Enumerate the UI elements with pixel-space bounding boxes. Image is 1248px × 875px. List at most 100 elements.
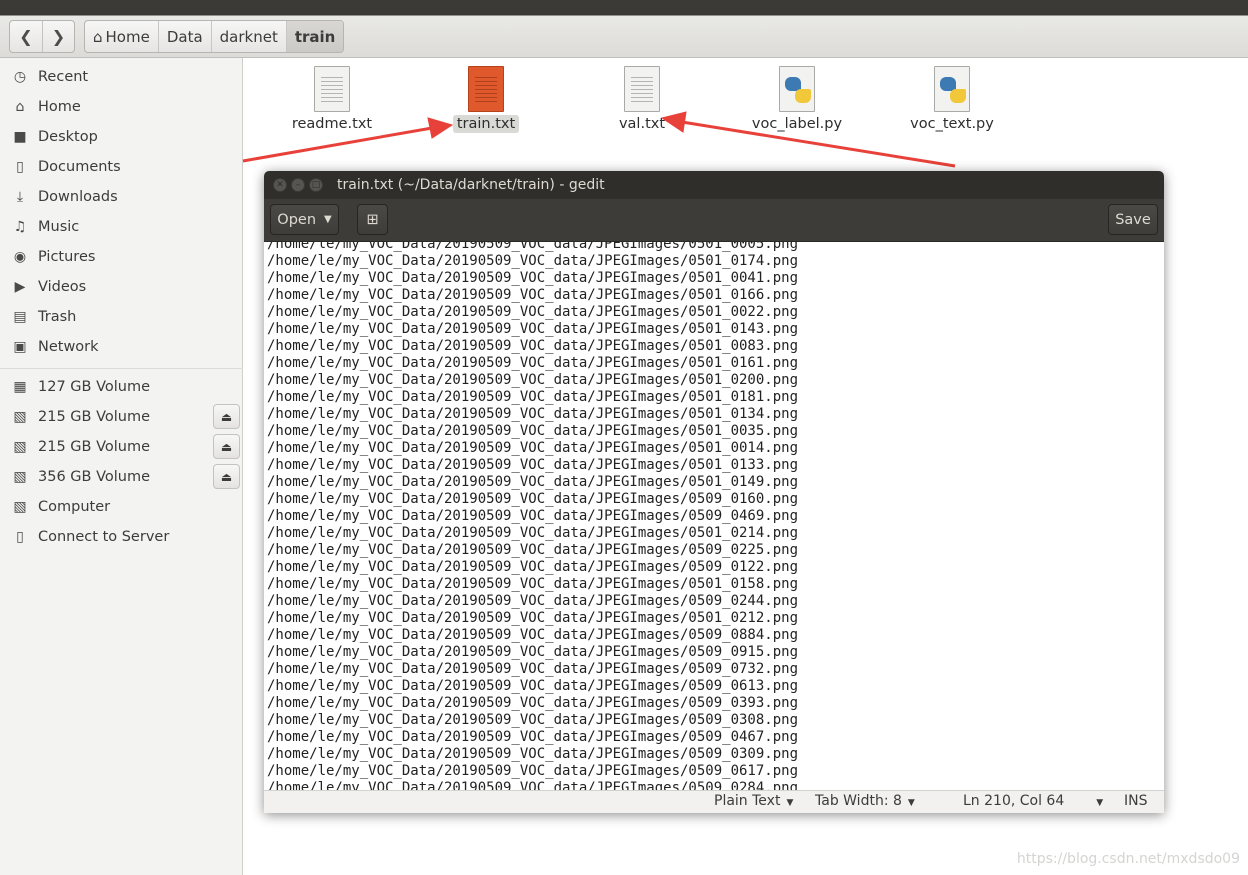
eject-button[interactable]: ⏏ xyxy=(213,404,240,429)
gedit-toolbar: Open ▼ ⊞ Save xyxy=(264,199,1164,242)
editor-line: /home/le/my_VOC_Data/20190509_VOC_data/J… xyxy=(267,746,799,762)
cursor-position[interactable]: Ln 210, Col 64 ▼ xyxy=(963,793,1103,809)
editor-line: /home/le/my_VOC_Data/20190509_VOC_data/J… xyxy=(267,712,799,728)
document-icon: ▯ xyxy=(16,159,24,175)
editor-line: /home/le/my_VOC_Data/20190509_VOC_data/J… xyxy=(267,678,799,694)
eject-button[interactable]: ⏏ xyxy=(213,434,240,459)
breadcrumb-darknet[interactable]: darknet xyxy=(210,21,286,52)
eject-icon: ⏏ xyxy=(220,439,233,454)
editor-line: /home/le/my_VOC_Data/20190509_VOC_data/J… xyxy=(267,457,799,473)
home-icon: ⌂ xyxy=(15,99,25,115)
sidebar-item-pictures[interactable]: ◉ Pictures xyxy=(0,242,243,272)
editor-line: /home/le/my_VOC_Data/20190509_VOC_data/J… xyxy=(267,661,799,677)
editor-line: /home/le/my_VOC_Data/20190509_VOC_data/J… xyxy=(267,287,799,303)
sidebar-item-videos[interactable]: ▶ Videos xyxy=(0,272,243,302)
gedit-titlebar: ✕ – □ train.txt (~/Data/darknet/train) -… xyxy=(264,171,1164,199)
status-bar: Plain Text ▼ Tab Width: 8 ▼ Ln 210, Col 64… xyxy=(264,790,1164,813)
clock-icon: ◷ xyxy=(13,69,27,85)
close-icon: ✕ xyxy=(276,180,284,190)
sidebar-item-computer[interactable]: ▧ Computer xyxy=(0,492,243,522)
minimize-button[interactable]: – xyxy=(291,178,305,192)
sidebar-item-volume-356[interactable]: ▧ 356 GB Volume ⏏ xyxy=(0,462,243,492)
editor-line: /home/le/my_VOC_Data/20190509_VOC_data/J… xyxy=(267,270,799,286)
editor-line: /home/le/my_VOC_Data/20190509_VOC_data/J… xyxy=(267,644,799,660)
network-icon: ▣ xyxy=(13,339,27,355)
editor-line: /home/le/my_VOC_Data/20190509_VOC_data/J… xyxy=(267,304,799,320)
editor-line: /home/le/my_VOC_Data/20190509_VOC_data/J… xyxy=(267,610,799,626)
editor-line: /home/le/my_VOC_Data/20190509_VOC_data/J… xyxy=(267,253,799,269)
editor-line: /home/le/my_VOC_Data/20190509_VOC_data/J… xyxy=(267,627,799,643)
python-file-icon xyxy=(934,66,970,112)
editor-line: /home/le/my_VOC_Data/20190509_VOC_data/J… xyxy=(267,593,799,609)
file-item-train[interactable]: train.txt xyxy=(416,66,556,148)
back-button[interactable]: ❮ xyxy=(10,21,42,52)
eject-button[interactable]: ⏏ xyxy=(213,464,240,489)
editor-line: /home/le/my_VOC_Data/20190509_VOC_data/J… xyxy=(267,423,799,439)
maximize-button[interactable]: □ xyxy=(309,178,323,192)
triangle-down-icon: ▼ xyxy=(907,798,915,808)
editor-line: /home/le/my_VOC_Data/20190509_VOC_data/J… xyxy=(267,355,799,371)
editor-line: /home/le/my_VOC_Data/20190509_VOC_data/J… xyxy=(267,576,799,592)
triangle-down-icon: ▼ xyxy=(1096,798,1104,808)
triangle-down-icon: ▼ xyxy=(324,214,332,225)
sidebar-item-volume-215a[interactable]: ▧ 215 GB Volume ⏏ xyxy=(0,402,243,432)
sidebar-item-documents[interactable]: ▯ Documents xyxy=(0,152,243,182)
close-button[interactable]: ✕ xyxy=(273,178,287,192)
file-item-readme[interactable]: readme.txt xyxy=(262,66,402,148)
file-item-voc-label[interactable]: voc_label.py xyxy=(727,66,867,148)
editor-line: /home/le/my_VOC_Data/20190509_VOC_data/J… xyxy=(267,729,799,745)
sidebar-item-trash[interactable]: ▤ Trash xyxy=(0,302,243,332)
sidebar: ◷ Recent ⌂ Home ■ Desktop ▯ Documents ⤓ Downl… xyxy=(0,58,243,875)
minimize-icon: – xyxy=(295,180,301,190)
editor-line: /home/le/my_VOC_Data/20190509_VOC_data/J… xyxy=(267,440,799,456)
editor-line: /home/le/my_VOC_Data/20190509_VOC_data/J… xyxy=(267,372,799,388)
text-file-icon xyxy=(468,66,504,112)
watermark: https://blog.csdn.net/mxdsdo09 xyxy=(1016,851,1240,867)
window-title: train.txt (~/Data/darknet/train) - gedit xyxy=(337,177,605,193)
music-icon: ♫ xyxy=(13,219,27,235)
file-item-voc-text[interactable]: voc_text.py xyxy=(882,66,1022,148)
editor-line: /home/le/my_VOC_Data/20190509_VOC_data/J… xyxy=(267,763,799,779)
video-icon: ▶ xyxy=(14,279,26,295)
forward-button[interactable]: ❯ xyxy=(42,21,74,52)
language-selector[interactable]: Plain Text ▼ xyxy=(714,793,793,809)
sidebar-item-network[interactable]: ▣ Network xyxy=(0,332,243,362)
text-editor[interactable]: /home/le/my_VOC_Data/20190509_VOC_data/J… xyxy=(264,242,1164,790)
text-file-icon xyxy=(314,66,350,112)
editor-line: /home/le/my_VOC_Data/20190509_VOC_data/J… xyxy=(267,406,799,422)
editor-line: /home/le/my_VOC_Data/20190509_VOC_data/J… xyxy=(267,508,799,524)
editor-line: /home/le/my_VOC_Data/20190509_VOC_data/J… xyxy=(267,695,799,711)
download-icon: ⤓ xyxy=(16,189,24,205)
chevron-left-icon: ❮ xyxy=(19,27,33,46)
sidebar-item-downloads[interactable]: ⤓ Downloads xyxy=(0,182,243,212)
sidebar-item-music[interactable]: ♫ Music xyxy=(0,212,243,242)
insert-mode[interactable]: INS xyxy=(1124,793,1148,809)
triangle-down-icon: ▼ xyxy=(786,798,794,808)
breadcrumb-data[interactable]: Data xyxy=(157,21,211,52)
sidebar-item-desktop[interactable]: ■ Desktop xyxy=(0,122,243,152)
editor-line: /home/le/my_VOC_Data/20190509_VOC_data/J… xyxy=(267,474,799,490)
sidebar-item-volume-127[interactable]: ▦ 127 GB Volume xyxy=(0,372,243,402)
sidebar-item-recent[interactable]: ◷ Recent xyxy=(0,62,243,92)
folder-icon: ■ xyxy=(13,129,27,145)
file-item-val[interactable]: val.txt xyxy=(572,66,712,148)
sidebar-item-home[interactable]: ⌂ Home xyxy=(0,92,243,122)
header-bar: ❮ ❯ ⌂ Home Data darknet train xyxy=(0,0,1248,58)
breadcrumb-home[interactable]: ⌂ Home xyxy=(85,21,158,52)
drive-icon: ▧ xyxy=(13,439,27,455)
sidebar-item-volume-215b[interactable]: ▧ 215 GB Volume ⏏ xyxy=(0,432,243,462)
eject-icon: ⏏ xyxy=(220,469,233,484)
server-icon: ▯ xyxy=(16,529,24,545)
editor-line: /home/le/my_VOC_Data/20190509_VOC_data/J… xyxy=(267,321,799,337)
home-icon: ⌂ xyxy=(93,27,103,46)
chevron-right-icon: ❯ xyxy=(51,27,66,46)
breadcrumb-train[interactable]: train xyxy=(285,21,344,52)
open-button[interactable]: Open ▼ xyxy=(270,204,339,235)
sidebar-item-connect-server[interactable]: ▯ Connect to Server xyxy=(0,522,243,552)
new-document-button[interactable]: ⊞ xyxy=(357,204,388,235)
tab-width-selector[interactable]: Tab Width: 8 ▼ xyxy=(815,793,915,809)
trash-icon: ▤ xyxy=(13,309,27,325)
save-button[interactable]: Save xyxy=(1108,204,1158,235)
editor-line: /home/le/my_VOC_Data/20190509_VOC_data/J… xyxy=(267,559,799,575)
python-file-icon xyxy=(779,66,815,112)
